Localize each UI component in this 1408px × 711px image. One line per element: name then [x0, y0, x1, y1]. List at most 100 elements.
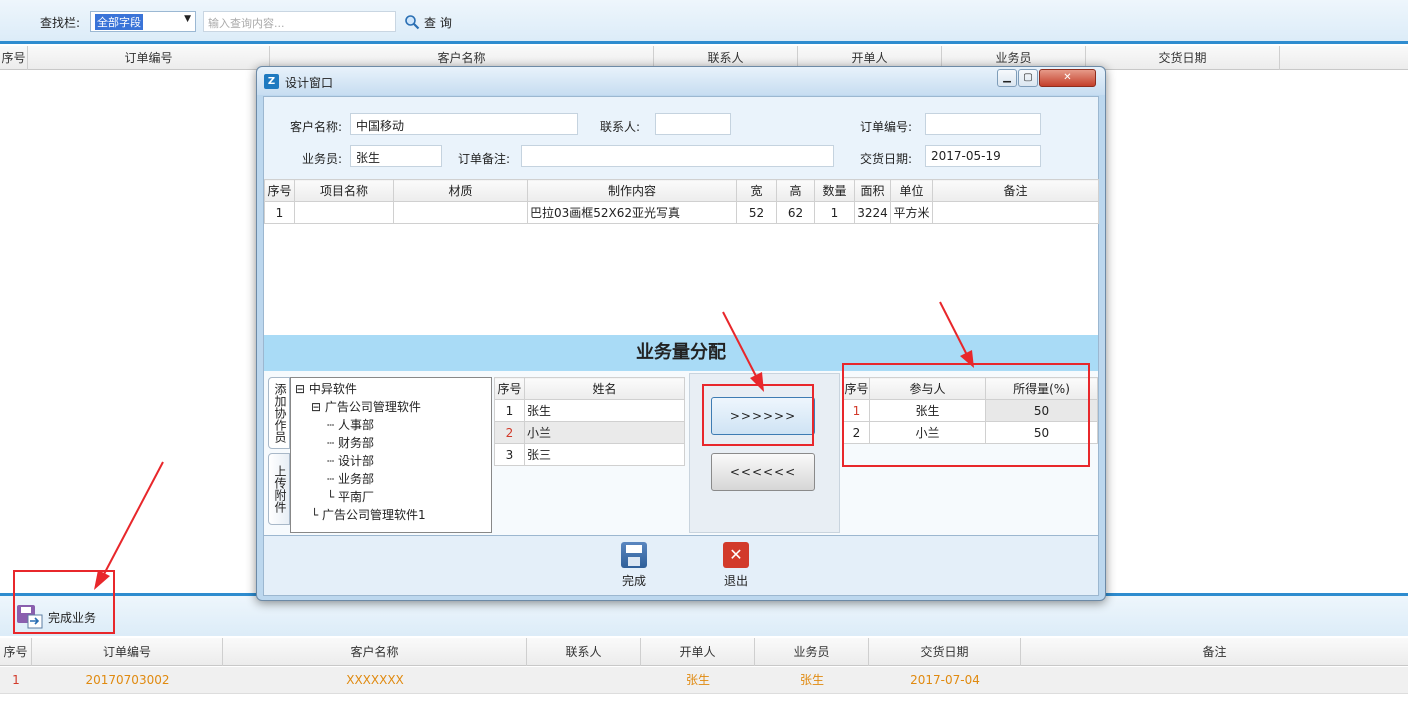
- window-titlebar[interactable]: Z 设计窗口 ▁ ▢ ✕: [257, 67, 1105, 95]
- cell: [1021, 667, 1408, 694]
- cell: 张生: [685, 673, 710, 687]
- column-header[interactable]: 制作内容: [527, 179, 737, 202]
- column-header[interactable]: 订单编号: [28, 46, 270, 70]
- column-header[interactable]: 宽: [736, 179, 777, 202]
- design-window: Z 设计窗口 ▁ ▢ ✕ 客户名称: 中国移动 联系人: 订单编号: 业务员: …: [256, 66, 1106, 601]
- column-header[interactable]: 高: [776, 179, 815, 202]
- cell: XXXXXXX: [346, 673, 404, 687]
- cell[interactable]: [932, 201, 1099, 224]
- remark-field[interactable]: [521, 145, 834, 167]
- search-button[interactable]: 查 询: [404, 12, 452, 32]
- highlight-box: [842, 363, 1090, 467]
- column-header[interactable]: 备注: [1021, 638, 1408, 666]
- remark-label: 订单备注:: [458, 152, 511, 166]
- department-tree: ⊟ 中异软件 ⊟ 广告公司管理软件 ┄ 人事部 ┄ 财务部 ┄ 设计部 ┄ 业务…: [290, 377, 492, 533]
- column-header[interactable]: 序号: [264, 179, 295, 202]
- cell: 1: [264, 201, 295, 224]
- tree-item-company[interactable]: ⊟ 广告公司管理软件: [311, 398, 421, 415]
- window-title: 设计窗口: [285, 76, 334, 90]
- search-label: 查找栏:: [40, 16, 81, 30]
- tree-item-dept[interactable]: ┄ 业务部: [327, 470, 374, 487]
- search-field-select[interactable]: 全部字段 ▼: [90, 11, 196, 32]
- search-input[interactable]: 输入查询内容...: [203, 11, 396, 32]
- bottom-grid-header: 序号 订单编号 客户名称 联系人 开单人 业务员 交货日期 备注: [0, 638, 1408, 666]
- column-header[interactable]: 备注: [932, 179, 1099, 202]
- table-row[interactable]: 3 张三: [494, 443, 685, 466]
- cell[interactable]: [393, 201, 528, 224]
- staff-table: 序号 姓名 1 张生 2 小兰 3 张三: [494, 377, 685, 466]
- contact-field[interactable]: [655, 113, 731, 135]
- exit-label: 退出: [723, 574, 748, 588]
- collapse-icon[interactable]: ⊟: [311, 400, 321, 414]
- cell[interactable]: 1: [814, 201, 855, 224]
- tree-label: 人事部: [338, 418, 375, 432]
- tab-upload-attachment[interactable]: 上传附件: [268, 453, 290, 525]
- cell[interactable]: 巴拉03画框52X62亚光写真: [527, 201, 737, 224]
- order-no-field[interactable]: [925, 113, 1041, 135]
- order-no-label: 订单编号:: [860, 120, 913, 134]
- maximize-icon[interactable]: ▢: [1018, 69, 1038, 87]
- tree-item-dept[interactable]: └ 平南厂: [327, 488, 374, 505]
- search-toolbar: 查找栏: 全部字段 ▼ 输入查询内容... 查 询: [0, 0, 1408, 44]
- cell[interactable]: 52: [736, 201, 777, 224]
- minimize-icon[interactable]: ▁: [997, 69, 1017, 87]
- table-row[interactable]: 1 20170703002 XXXXXXX 张生 张生 2017-07-04: [0, 667, 1408, 694]
- table-row[interactable]: 1 张生: [494, 399, 685, 422]
- allocation-panel: 添加协作员 上传附件 ⊟ 中异软件 ⊟ 广告公司管理软件 ┄ 人事部 ┄ 财务部…: [264, 363, 1098, 535]
- column-header[interactable]: 数量: [814, 179, 855, 202]
- column-header[interactable]: 订单编号: [32, 638, 223, 666]
- cell: 1: [12, 673, 20, 687]
- salesman-field[interactable]: 张生: [350, 145, 442, 167]
- table-row[interactable]: 2 小兰: [494, 421, 685, 444]
- column-header[interactable]: 交货日期: [869, 638, 1021, 666]
- column-header[interactable]: 材质: [393, 179, 528, 202]
- cell[interactable]: 平方米: [890, 201, 933, 224]
- cell: 2017-07-04: [910, 673, 980, 687]
- remove-participant-button[interactable]: <<<<<<: [711, 453, 815, 491]
- column-header[interactable]: 项目名称: [294, 179, 394, 202]
- tree-label: 平南厂: [338, 490, 375, 504]
- column-header[interactable]: 交货日期: [1086, 46, 1280, 70]
- tree-item-dept[interactable]: ┄ 财务部: [327, 434, 374, 451]
- column-header[interactable]: 姓名: [524, 377, 685, 400]
- tree-label: 财务部: [338, 436, 375, 450]
- column-header[interactable]: 业务员: [755, 638, 869, 666]
- cell[interactable]: 62: [776, 201, 815, 224]
- cell: 3224: [854, 201, 891, 224]
- delivery-date-field[interactable]: 2017-05-19: [925, 145, 1041, 167]
- column-header[interactable]: 联系人: [527, 638, 641, 666]
- column-header[interactable]: 开单人: [641, 638, 755, 666]
- tree-item-company[interactable]: └ 广告公司管理软件1: [311, 506, 426, 523]
- table-row[interactable]: 1 巴拉03画框52X62亚光写真 52 62 1 3224 平方米: [264, 201, 1099, 224]
- contact-label: 联系人:: [600, 120, 641, 134]
- column-header[interactable]: 序号: [0, 46, 28, 70]
- dialog-footer: 完成 ✕ 退出: [264, 535, 1098, 595]
- column-header[interactable]: 序号: [494, 377, 525, 400]
- cell[interactable]: [294, 201, 394, 224]
- save-icon: [621, 542, 647, 568]
- order-form: 客户名称: 中国移动 联系人: 订单编号: 业务员: 张生 订单备注: 交货日期…: [264, 97, 1098, 179]
- cell: 3: [494, 443, 525, 466]
- tree-item-dept[interactable]: ┄ 设计部: [327, 452, 374, 469]
- search-button-label: 查 询: [424, 15, 452, 30]
- highlight-box: [13, 570, 115, 634]
- window-body: 客户名称: 中国移动 联系人: 订单编号: 业务员: 张生 订单备注: 交货日期…: [263, 96, 1099, 596]
- column-header[interactable]: 面积: [854, 179, 891, 202]
- cell: 1: [494, 399, 525, 422]
- exit-icon: ✕: [723, 542, 749, 568]
- exit-button[interactable]: ✕ 退出: [716, 542, 756, 589]
- column-header[interactable]: 单位: [890, 179, 933, 202]
- tab-add-collaborator[interactable]: 添加协作员: [268, 377, 290, 449]
- close-icon[interactable]: ✕: [1039, 69, 1096, 87]
- cell: 张生: [524, 399, 685, 422]
- column-header[interactable]: 序号: [0, 638, 32, 666]
- cell: [527, 667, 641, 694]
- tree-item-dept[interactable]: ┄ 人事部: [327, 416, 374, 433]
- cell: 2: [494, 421, 525, 444]
- chevron-down-icon: ▼: [184, 14, 191, 24]
- customer-field[interactable]: 中国移动: [350, 113, 578, 135]
- done-button[interactable]: 完成: [614, 542, 654, 589]
- tree-item-root[interactable]: ⊟ 中异软件: [295, 380, 357, 397]
- collapse-icon[interactable]: ⊟: [295, 382, 305, 396]
- column-header[interactable]: 客户名称: [223, 638, 527, 666]
